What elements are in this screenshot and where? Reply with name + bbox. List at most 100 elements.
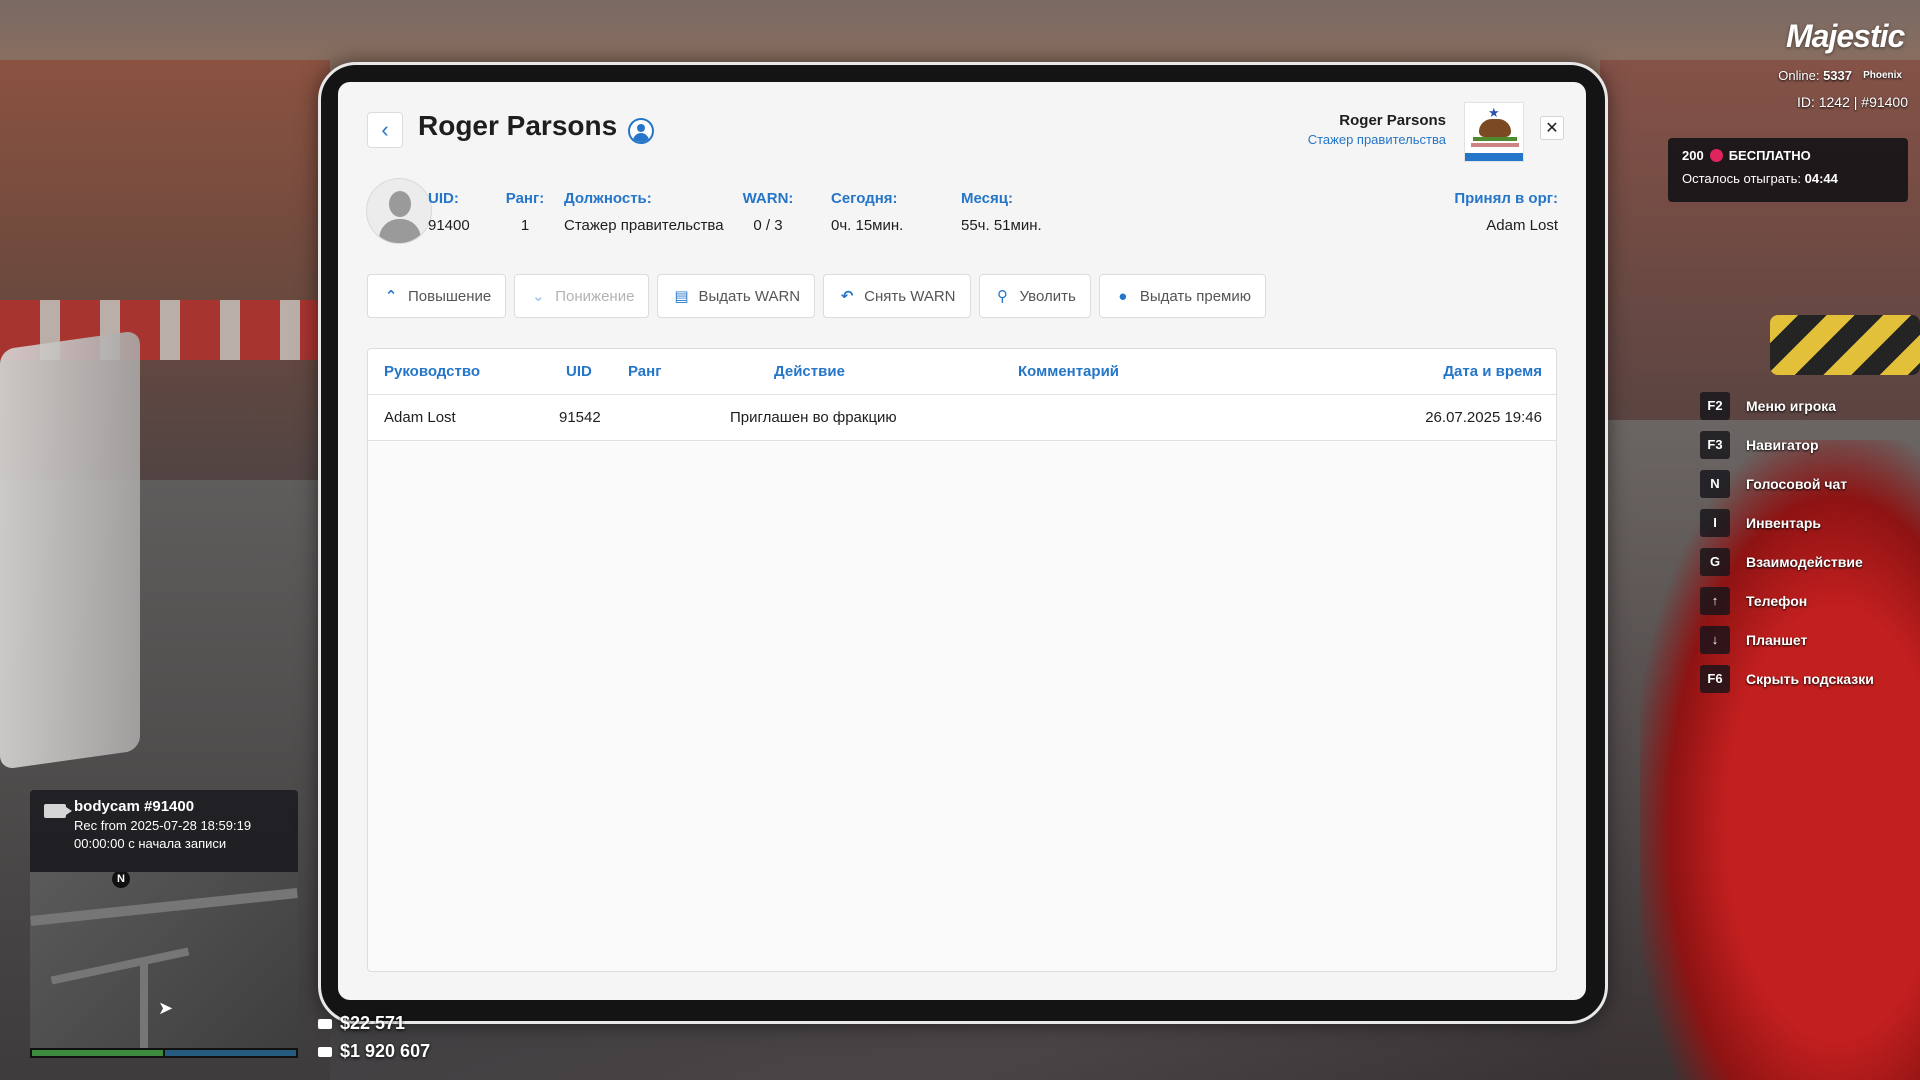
- table-header: Руководство UID Ранг Действие Комментари…: [368, 349, 1556, 395]
- bonus-remaining-label: Осталось отыграть:: [1682, 171, 1801, 186]
- chevron-down-icon: ⌄: [531, 288, 545, 305]
- flag-text-line: [1471, 143, 1519, 147]
- minimap-road: [50, 947, 190, 985]
- minimap-road: [140, 964, 148, 1048]
- info-warn: WARN: 0 / 3: [738, 190, 798, 234]
- flag-grass: [1473, 137, 1517, 141]
- cash-icon: [318, 1018, 332, 1029]
- info-uid-label: UID:: [428, 190, 459, 207]
- info-uid: UID: 91400: [428, 190, 470, 234]
- fire-button[interactable]: ⚲ Уволить: [978, 274, 1091, 318]
- document-warning-icon: ▤: [674, 288, 689, 305]
- current-user-name: Roger Parsons: [1339, 112, 1446, 129]
- cell-action: Приглашен во фракцию: [730, 409, 897, 426]
- hint-label: Инвентарь: [1746, 514, 1821, 531]
- info-accepted-by: Принял в орг: Adam Lost: [1454, 190, 1558, 234]
- back-button[interactable]: ‹: [367, 112, 403, 148]
- promote-button[interactable]: ⌃ Повышение: [367, 274, 507, 318]
- hint-label: Планшет: [1746, 631, 1808, 648]
- info-position: Должность: Стажер правительства: [564, 190, 724, 234]
- hotkey-hints: F2 Меню игрока F3 Навигатор N Голосовой …: [1700, 386, 1874, 698]
- hint-key: ↑: [1700, 586, 1730, 615]
- bonus-text: БЕСПЛАТНО: [1728, 148, 1811, 163]
- card-icon: [318, 1046, 332, 1057]
- demote-label: Понижение: [555, 287, 635, 305]
- close-icon: ✕: [1545, 120, 1559, 137]
- column-header-action[interactable]: Действие: [774, 363, 845, 380]
- give-bonus-label: Выдать премию: [1139, 287, 1251, 305]
- hint-interaction: G Взаимодействие: [1700, 542, 1874, 581]
- hint-key: G: [1700, 547, 1730, 576]
- give-warn-label: Выдать WARN: [698, 287, 801, 305]
- background-barrier: [1770, 315, 1920, 375]
- coin-icon: ●: [1118, 287, 1128, 305]
- remove-warn-label: Снять WARN: [864, 287, 956, 305]
- column-header-datetime[interactable]: Дата и время: [1443, 363, 1542, 380]
- player-id: ID: 1242 | #91400: [1796, 94, 1908, 110]
- history-table: Руководство UID Ранг Действие Комментари…: [367, 348, 1557, 972]
- current-user: Roger Parsons Стажер правительства: [1308, 112, 1446, 147]
- info-month-value: 55ч. 51мин.: [961, 217, 1042, 234]
- coin-icon: [1709, 149, 1723, 162]
- info-rank: Ранг: 1: [504, 190, 546, 234]
- info-today-label: Сегодня:: [831, 190, 898, 207]
- cell-leader: Adam Lost: [384, 409, 456, 426]
- info-rank-label: Ранг:: [505, 190, 545, 207]
- column-header-rank[interactable]: Ранг: [628, 363, 661, 380]
- hint-label: Голосовой чат: [1746, 475, 1848, 492]
- hint-key: F2: [1700, 391, 1730, 420]
- info-accepted-label: Принял в орг:: [1454, 190, 1558, 207]
- armor-bar: [165, 1050, 296, 1056]
- current-user-role: Стажер правительства: [1307, 132, 1446, 147]
- walking-person-icon: ⚲: [997, 288, 1008, 305]
- give-warn-button[interactable]: ▤ Выдать WARN: [657, 274, 816, 318]
- info-position-value: Стажер правительства: [564, 217, 724, 234]
- hint-phone: ↑ Телефон: [1700, 581, 1874, 620]
- cell-uid: 91542: [559, 409, 601, 426]
- hint-tablet: ↓ Планшет: [1700, 620, 1874, 659]
- server-name: Phoenix: [1863, 70, 1902, 81]
- health-bar: [32, 1050, 163, 1056]
- table-row[interactable]: Adam Lost 91542 Приглашен во фракцию 26.…: [368, 395, 1556, 441]
- info-warn-value: 0 / 3: [753, 217, 783, 234]
- remove-warn-button[interactable]: ↶ Снять WARN: [823, 274, 971, 318]
- column-header-comment[interactable]: Комментарий: [1018, 363, 1119, 380]
- north-indicator: N: [112, 872, 130, 888]
- flag-band: [1465, 153, 1523, 161]
- give-bonus-button[interactable]: ● Выдать премию: [1098, 274, 1266, 318]
- bodycam-panel: bodycam #91400 Rec from 2025-07-28 18:59…: [30, 790, 298, 872]
- column-header-leader[interactable]: Руководство: [384, 363, 480, 380]
- hint-hide-hints: F6 Скрыть подсказки: [1700, 659, 1874, 698]
- demote-button[interactable]: ⌄ Понижение: [514, 274, 650, 318]
- status-bars: [30, 1048, 298, 1058]
- background-van: [0, 330, 140, 770]
- chevron-left-icon: ‹: [381, 117, 389, 142]
- cell-datetime: 26.07.2025 19:46: [1425, 409, 1542, 426]
- info-warn-label: WARN:: [742, 190, 794, 207]
- info-position-label: Должность:: [564, 190, 652, 207]
- hint-label: Телефон: [1746, 592, 1808, 609]
- bodycam-rec: Rec from 2025-07-28 18:59:19: [74, 818, 252, 833]
- bonus-remaining-value: 04:44: [1804, 171, 1838, 186]
- hint-label: Навигатор: [1746, 436, 1819, 453]
- hint-inventory: I Инвентарь: [1700, 503, 1874, 542]
- user-profile-icon[interactable]: [628, 118, 654, 144]
- page-title: Roger Parsons: [418, 110, 618, 141]
- hint-key: ↓: [1700, 625, 1730, 654]
- info-accepted-value: Adam Lost: [1486, 217, 1558, 234]
- column-header-uid[interactable]: UID: [566, 363, 592, 380]
- online-value: 5337: [1823, 68, 1852, 83]
- hint-player-menu: F2 Меню игрока: [1700, 386, 1874, 425]
- minimap-road: [30, 888, 298, 926]
- info-today-value: 0ч. 15мин.: [831, 217, 904, 234]
- bank-value: $1 920 607: [340, 1041, 431, 1061]
- hint-label: Скрыть подсказки: [1746, 670, 1874, 687]
- majestic-logo: Majestic: [1786, 18, 1905, 54]
- close-button[interactable]: ✕: [1540, 116, 1564, 140]
- cash-value: $22 571: [340, 1013, 406, 1033]
- bonus-amount: 200: [1682, 148, 1704, 163]
- action-bar: ⌃ Повышение ⌄ Понижение ▤ Выдать WARN ↶ …: [367, 274, 1266, 318]
- info-month: Месяц: 55ч. 51мин.: [961, 190, 1042, 234]
- bonus-panel: 200 БЕСПЛАТНО Осталось отыграть: 04:44: [1668, 138, 1908, 202]
- fire-label: Уволить: [1019, 287, 1076, 305]
